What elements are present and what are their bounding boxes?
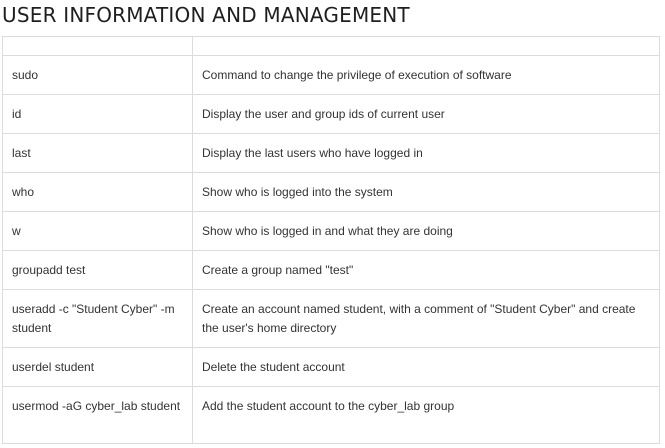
description-cell: Display the user and group ids of curren… — [192, 94, 660, 134]
description-cell: Create an account named student, with a … — [192, 289, 660, 348]
table-row: userdel student Delete the student accou… — [2, 347, 660, 387]
header-cell-command — [2, 36, 193, 56]
description-cell: Create a group named "test" — [192, 250, 660, 290]
table-header — [2, 36, 660, 56]
table-row: useradd -c "Student Cyber" -m student Cr… — [2, 289, 660, 348]
table-row: who Show who is logged into the system — [2, 172, 660, 212]
table-row: last Display the last users who have log… — [2, 133, 660, 173]
command-cell: groupadd test — [2, 250, 193, 290]
command-cell: last — [2, 133, 193, 173]
table-row: sudo Command to change the privilege of … — [2, 55, 660, 95]
description-cell: Add the student account to the cyber_lab… — [192, 386, 660, 444]
section-title: USER INFORMATION AND MANAGEMENT — [2, 3, 410, 27]
document-page: USER INFORMATION AND MANAGEMENT sudo Com… — [0, 0, 665, 448]
description-cell: Show who is logged in and what they are … — [192, 211, 660, 251]
command-cell: usermod -aG cyber_lab student — [2, 386, 193, 444]
table-row: usermod -aG cyber_lab student Add the st… — [2, 386, 660, 444]
table-row: w Show who is logged in and what they ar… — [2, 211, 660, 251]
command-cell: id — [2, 94, 193, 134]
description-cell: Command to change the privilege of execu… — [192, 55, 660, 95]
description-cell: Display the last users who have logged i… — [192, 133, 660, 173]
commands-table: sudo Command to change the privilege of … — [2, 36, 660, 444]
command-cell: sudo — [2, 55, 193, 95]
table-row: groupadd test Create a group named "test… — [2, 250, 660, 290]
header-row — [2, 36, 660, 56]
command-cell: userdel student — [2, 347, 193, 387]
command-cell: who — [2, 172, 193, 212]
table-body: sudo Command to change the privilege of … — [2, 55, 660, 444]
command-cell: w — [2, 211, 193, 251]
table-row: id Display the user and group ids of cur… — [2, 94, 660, 134]
description-cell: Delete the student account — [192, 347, 660, 387]
header-cell-description — [192, 36, 660, 56]
command-cell: useradd -c "Student Cyber" -m student — [2, 289, 193, 348]
description-cell: Show who is logged into the system — [192, 172, 660, 212]
